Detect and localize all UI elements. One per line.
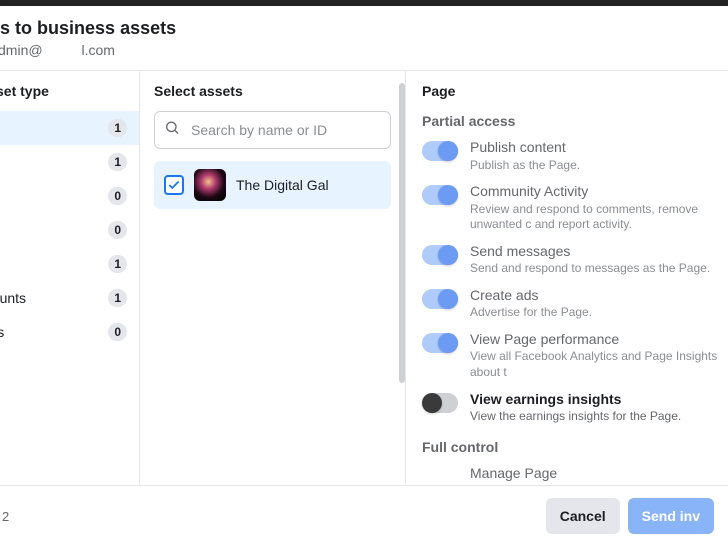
permission-toggle[interactable]: [422, 245, 458, 265]
permission-desc: View the earnings insights for the Page.: [470, 409, 724, 425]
permission-desc: Publish as the Page.: [470, 158, 724, 174]
step-indicator: 2: [2, 509, 9, 524]
modal-footer: 2 Cancel Send inv: [0, 485, 728, 546]
asset-type-item[interactable]: 0: [0, 213, 139, 247]
permission-title: Create ads: [470, 287, 724, 305]
permissions-column: Page Partial access Publish contentPubli…: [406, 71, 728, 485]
select-assets-title: Select assets: [154, 83, 391, 99]
send-invite-button[interactable]: Send inv: [628, 498, 714, 534]
scrollbar[interactable]: [399, 83, 405, 383]
permission-toggle[interactable]: [422, 141, 458, 161]
full-control-label: Full control: [422, 439, 728, 455]
select-assets-column: Select assets The Digital Gal: [140, 71, 406, 485]
modal-subtitle: or: admin@ l.com: [0, 42, 712, 58]
asset-type-count: 1: [108, 153, 127, 171]
cancel-button[interactable]: Cancel: [546, 498, 620, 534]
asset-type-column: set type 1nts1001accounts1ounts0: [0, 71, 140, 485]
asset-type-count: 0: [108, 221, 127, 239]
partial-access-label: Partial access: [422, 113, 728, 129]
asset-type-item[interactable]: accounts 1: [0, 281, 139, 315]
permission-title: Manage Page: [470, 465, 724, 483]
asset-type-title: set type: [0, 83, 139, 111]
asset-type-item[interactable]: 1: [0, 111, 139, 145]
permission-toggle[interactable]: [422, 393, 458, 413]
asset-type-label: ounts: [0, 324, 4, 340]
permission-item: View earnings insightsView the earnings …: [422, 391, 728, 425]
permission-item: Publish contentPublish as the Page.: [422, 139, 728, 173]
permission-toggle[interactable]: [422, 333, 458, 353]
invite-modal: cess to business assets or: admin@ l.com…: [0, 6, 728, 546]
permission-item: View Page performanceView all Facebook A…: [422, 331, 728, 381]
asset-type-item[interactable]: ounts 0: [0, 315, 139, 349]
permission-desc: View all Facebook Analytics and Page Ins…: [470, 349, 724, 380]
permission-desc: Advertise for the Page.: [470, 305, 724, 321]
asset-type-count: 0: [108, 187, 127, 205]
permission-title: Community Activity: [470, 183, 724, 201]
permission-toggle[interactable]: [422, 289, 458, 309]
permission-item: Manage Page Control the Page and connect…: [422, 465, 728, 485]
permission-title: Send messages: [470, 243, 724, 261]
asset-type-label: accounts: [0, 290, 26, 306]
permission-item: Send messagesSend and respond to message…: [422, 243, 728, 277]
asset-row[interactable]: The Digital Gal: [154, 161, 391, 209]
permission-item: Create adsAdvertise for the Page.: [422, 287, 728, 321]
modal-title: cess to business assets: [0, 18, 712, 39]
permission-desc: Review and respond to comments, remove u…: [470, 202, 724, 233]
permissions-title: Page: [422, 83, 728, 99]
permission-title: View earnings insights: [470, 391, 724, 409]
asset-type-item[interactable]: nts1: [0, 145, 139, 179]
asset-name: The Digital Gal: [236, 177, 329, 193]
search-input[interactable]: [154, 111, 391, 149]
asset-avatar: [194, 169, 226, 201]
asset-type-count: 1: [108, 289, 127, 307]
permission-title: Publish content: [470, 139, 724, 157]
asset-type-item[interactable]: 0: [0, 179, 139, 213]
search-icon: [164, 120, 180, 141]
asset-type-count: 1: [108, 119, 127, 137]
permission-title: View Page performance: [470, 331, 724, 349]
asset-checkbox[interactable]: [164, 175, 184, 195]
permission-desc: Control the Page and connected Instagram…: [470, 483, 724, 485]
permission-desc: Send and respond to messages as the Page…: [470, 261, 724, 277]
modal-header: cess to business assets or: admin@ l.com: [0, 6, 728, 71]
permission-toggle[interactable]: [422, 185, 458, 205]
asset-type-count: 1: [108, 255, 127, 273]
asset-type-count: 0: [108, 323, 127, 341]
permission-item: Community ActivityReview and respond to …: [422, 183, 728, 233]
asset-type-item[interactable]: 1: [0, 247, 139, 281]
